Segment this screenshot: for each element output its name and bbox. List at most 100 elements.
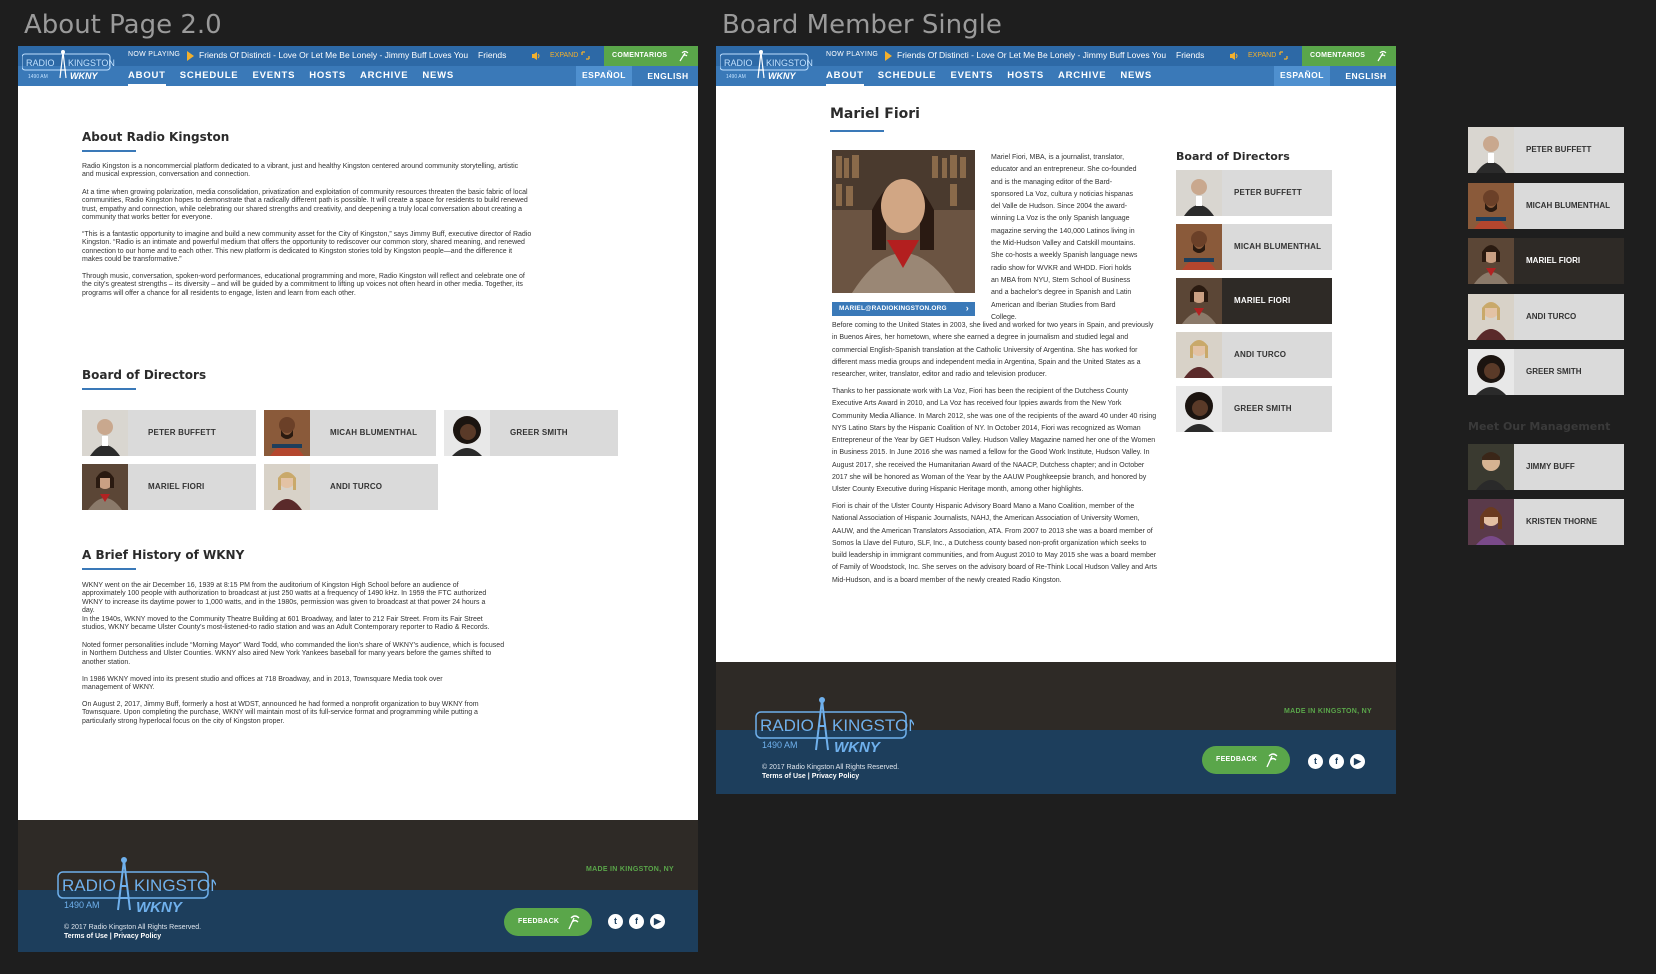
feedback-button[interactable]: FEEDBACK bbox=[1202, 746, 1290, 774]
lang-espanol-button[interactable]: ESPAÑOL bbox=[576, 66, 632, 86]
svg-text:WKNY: WKNY bbox=[768, 71, 796, 81]
twitter-icon[interactable]: t bbox=[1308, 754, 1323, 769]
svg-text:WKNY: WKNY bbox=[70, 71, 98, 81]
board-card-peter-buffett[interactable]: PETER BUFFETT bbox=[1176, 170, 1332, 216]
panel-card-kristen-thorne[interactable]: KRISTEN THORNE bbox=[1468, 499, 1624, 545]
board-card-peter-buffett[interactable]: PETER BUFFETT bbox=[82, 410, 256, 456]
svg-text:1490 AM: 1490 AM bbox=[726, 74, 746, 80]
nav-events[interactable]: EVENTS bbox=[252, 68, 295, 86]
radio-kingston-footer-logo[interactable]: RADIO KINGSTON WKNY 1490 AM bbox=[754, 694, 914, 756]
panel-card-greer-smith[interactable]: GREER SMITH bbox=[1468, 349, 1624, 395]
management-member-name: JIMMY BUFF bbox=[1526, 462, 1575, 471]
facebook-icon[interactable]: f bbox=[629, 914, 644, 929]
board-card-greer-smith[interactable]: GREER SMITH bbox=[444, 410, 618, 456]
lang-english-button[interactable]: ENGLISH bbox=[1336, 66, 1396, 86]
svg-text:KINGSTON: KINGSTON bbox=[68, 58, 115, 68]
board-card-mariel-fiori[interactable]: MARIEL FIORI bbox=[82, 464, 256, 510]
now-playing-track-extra: Friends bbox=[1176, 50, 1205, 60]
privacy-link[interactable]: Privacy Policy bbox=[114, 933, 161, 940]
terms-link[interactable]: Terms of Use bbox=[64, 933, 108, 940]
feedback-label: FEEDBACK bbox=[1216, 756, 1258, 763]
panel-card-micah-blumenthal[interactable]: MICAH BLUMENTHAL bbox=[1468, 183, 1624, 229]
panel-card-jimmy-buff[interactable]: JIMMY BUFF bbox=[1468, 444, 1624, 490]
nav-hosts[interactable]: HOSTS bbox=[1007, 68, 1044, 86]
made-in-kingston: MADE IN KINGSTON, NY bbox=[586, 866, 674, 873]
member-email-button[interactable]: MARIEL@RADIOKINGSTON.ORG › bbox=[832, 302, 975, 316]
nav-events[interactable]: EVENTS bbox=[950, 68, 993, 86]
avatar bbox=[1468, 444, 1514, 490]
expand-icon[interactable] bbox=[581, 51, 590, 60]
avatar bbox=[1468, 349, 1514, 395]
member-email: MARIEL@RADIOKINGSTON.ORG bbox=[839, 305, 947, 312]
panel-card-peter-buffett[interactable]: PETER BUFFETT bbox=[1468, 127, 1624, 173]
copyright-text: © 2017 Radio Kingston All Rights Reserve… bbox=[762, 764, 900, 771]
nav-about[interactable]: ABOUT bbox=[826, 68, 864, 86]
radio-kingston-logo[interactable]: RADIO KINGSTON WKNY 1490 AM bbox=[720, 48, 816, 82]
board-member-name: PETER BUFFETT bbox=[1234, 188, 1302, 197]
board-member-name: MARIEL FIORI bbox=[1526, 256, 1581, 265]
expand-label[interactable]: EXPAND bbox=[550, 52, 578, 59]
board-card-andi-turco[interactable]: ANDI TURCO bbox=[264, 464, 438, 510]
history-paragraph: Noted former personalities include “Morn… bbox=[82, 642, 505, 666]
board-card-micah-blumenthal[interactable]: MICAH BLUMENTHAL bbox=[1176, 224, 1332, 270]
title-underline bbox=[82, 568, 136, 570]
chevron-right-icon: › bbox=[965, 303, 969, 313]
nav-archive[interactable]: ARCHIVE bbox=[1058, 68, 1106, 86]
made-in-kingston: MADE IN KINGSTON, NY bbox=[1284, 708, 1372, 715]
nav-news[interactable]: NEWS bbox=[1120, 68, 1152, 86]
board-member-name: PETER BUFFETT bbox=[148, 428, 216, 437]
facebook-icon[interactable]: f bbox=[1329, 754, 1344, 769]
nav-about[interactable]: ABOUT bbox=[128, 68, 166, 86]
avatar bbox=[1468, 294, 1514, 340]
board-member-name: GREER SMITH bbox=[1526, 367, 1582, 376]
board-card-micah-blumenthal[interactable]: MICAH BLUMENTHAL bbox=[264, 410, 436, 456]
board-card-greer-smith[interactable]: GREER SMITH bbox=[1176, 386, 1332, 432]
signal-icon bbox=[1266, 753, 1278, 768]
twitter-icon[interactable]: t bbox=[608, 914, 623, 929]
site-header: RADIO KINGSTON WKNY 1490 AM NOW PLAYING … bbox=[716, 46, 1396, 86]
nav-archive[interactable]: ARCHIVE bbox=[360, 68, 408, 86]
radio-kingston-logo[interactable]: RADIO KINGSTON WKNY 1490 AM bbox=[22, 48, 118, 82]
feedback-button[interactable]: FEEDBACK bbox=[504, 908, 592, 936]
comentarios-button[interactable]: COMENTARIOS bbox=[604, 46, 698, 66]
about-title: About Radio Kingston bbox=[82, 130, 230, 144]
nav-schedule[interactable]: SCHEDULE bbox=[180, 68, 239, 86]
board-member-name: MARIEL FIORI bbox=[148, 482, 205, 491]
privacy-link[interactable]: Privacy Policy bbox=[812, 773, 859, 780]
about-page-artboard: RADIO KINGSTON WKNY 1490 AM NOW PLAYING … bbox=[18, 46, 698, 952]
panel-card-mariel-fiori-active[interactable]: MARIEL FIORI bbox=[1468, 238, 1624, 284]
member-bio-intro: Mariel Fiori, MBA, is a journalist, tran… bbox=[991, 154, 1138, 321]
signal-icon bbox=[1377, 50, 1387, 62]
volume-icon[interactable] bbox=[531, 51, 541, 61]
nav-schedule[interactable]: SCHEDULE bbox=[878, 68, 937, 86]
terms-link[interactable]: Terms of Use bbox=[762, 773, 806, 780]
member-photo bbox=[832, 150, 975, 293]
lang-english-button[interactable]: ENGLISH bbox=[638, 66, 698, 86]
expand-label[interactable]: EXPAND bbox=[1248, 52, 1276, 59]
radio-kingston-footer-logo[interactable]: RADIO KINGSTON WKNY 1490 AM bbox=[56, 854, 216, 916]
expand-icon[interactable] bbox=[1279, 51, 1288, 60]
member-bio-paragraph: Fiori is chair of the Ulster County Hisp… bbox=[832, 503, 1158, 584]
volume-icon[interactable] bbox=[1229, 51, 1239, 61]
nav-hosts[interactable]: HOSTS bbox=[309, 68, 346, 86]
board-card-andi-turco[interactable]: ANDI TURCO bbox=[1176, 332, 1332, 378]
board-member-name: GREER SMITH bbox=[1234, 404, 1292, 413]
about-paragraph: Through music, conversation, spoken-word… bbox=[82, 273, 525, 297]
about-paragraph: “This is a fantastic opportunity to imag… bbox=[82, 231, 532, 264]
avatar bbox=[1176, 224, 1222, 270]
svg-text:1490 AM: 1490 AM bbox=[762, 740, 798, 750]
nav-news[interactable]: NEWS bbox=[422, 68, 454, 86]
svg-text:KINGSTON: KINGSTON bbox=[832, 716, 914, 735]
play-icon[interactable] bbox=[187, 51, 194, 61]
now-playing-track: Friends Of Distincti - Love Or Let Me Be… bbox=[199, 50, 469, 60]
lang-espanol-button[interactable]: ESPAÑOL bbox=[1274, 66, 1330, 86]
board-title: Board of Directors bbox=[1176, 150, 1290, 163]
avatar bbox=[1468, 183, 1514, 229]
panel-card-andi-turco[interactable]: ANDI TURCO bbox=[1468, 294, 1624, 340]
youtube-icon[interactable]: ▶ bbox=[650, 914, 665, 929]
play-icon[interactable] bbox=[885, 51, 892, 61]
board-card-mariel-fiori-active[interactable]: MARIEL FIORI bbox=[1176, 278, 1332, 324]
avatar bbox=[264, 410, 310, 456]
comentarios-button[interactable]: COMENTARIOS bbox=[1302, 46, 1396, 66]
youtube-icon[interactable]: ▶ bbox=[1350, 754, 1365, 769]
